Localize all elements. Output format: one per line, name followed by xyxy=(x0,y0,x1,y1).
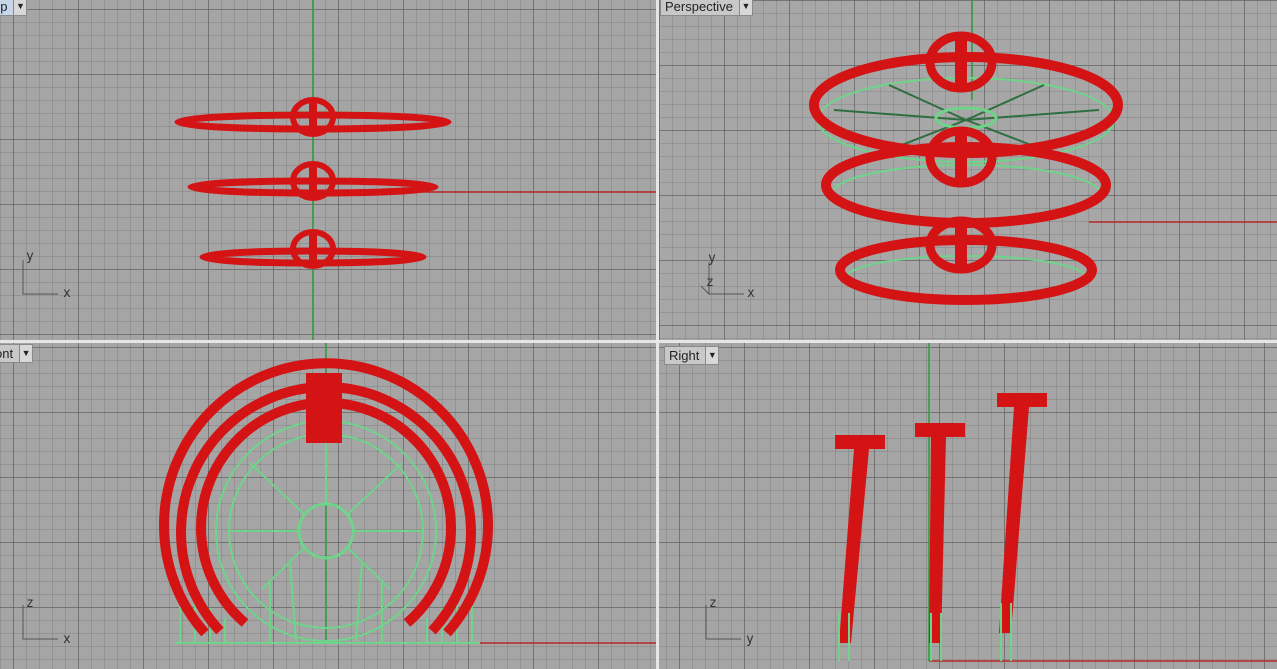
viewport-title-label: Right xyxy=(669,348,700,363)
svg-text:y: y xyxy=(708,251,716,266)
svg-text:y: y xyxy=(26,249,34,264)
axis-indicator: z y xyxy=(705,596,754,647)
viewport-splitter-horizontal[interactable] xyxy=(0,340,1277,343)
ring-model-right-1[interactable] xyxy=(835,435,885,661)
svg-text:z: z xyxy=(706,275,714,290)
viewport-splitter-vertical[interactable] xyxy=(656,0,659,669)
ring-model-persp-3[interactable] xyxy=(835,216,1097,305)
viewport-title-label: ont xyxy=(0,346,14,361)
ring-model-top-1[interactable] xyxy=(174,97,452,137)
svg-text:z: z xyxy=(709,596,717,611)
viewport-title-front[interactable]: ont ▼ xyxy=(0,344,34,363)
right-viewport[interactable]: z y xyxy=(659,343,1277,669)
ring-model-top-3[interactable] xyxy=(199,229,427,269)
viewport-title-top[interactable]: op ▼ xyxy=(0,0,28,16)
axis-indicator: y z x xyxy=(700,251,755,301)
axis-indicator: z x xyxy=(22,596,71,647)
perspective-view-canvas[interactable]: y z x xyxy=(659,0,1277,340)
ring-model-right-3[interactable] xyxy=(997,393,1047,661)
viewport-title-label: Perspective xyxy=(665,0,733,14)
ring-model-right-2[interactable] xyxy=(915,423,965,661)
svg-text:z: z xyxy=(26,596,34,611)
svg-text:y: y xyxy=(746,632,754,647)
front-viewport[interactable]: z x xyxy=(0,343,656,669)
viewport-title-perspective[interactable]: Perspective ▼ xyxy=(660,0,753,16)
chevron-down-icon[interactable]: ▼ xyxy=(738,0,752,15)
svg-text:x: x xyxy=(63,286,71,301)
ring-model-top-2[interactable] xyxy=(187,161,439,201)
axis-indicator: y x xyxy=(22,249,71,301)
viewport-title-label: op xyxy=(0,0,8,14)
chevron-down-icon[interactable]: ▼ xyxy=(13,0,27,15)
viewport-title-right[interactable]: Right ▼ xyxy=(664,346,720,365)
perspective-viewport[interactable]: y z x xyxy=(659,0,1277,340)
svg-text:x: x xyxy=(747,286,755,301)
top-viewport[interactable]: y x xyxy=(0,0,656,340)
top-view-canvas[interactable]: y x xyxy=(0,0,656,340)
right-view-canvas[interactable]: z y xyxy=(659,343,1277,669)
front-view-canvas[interactable]: z x xyxy=(0,343,656,669)
svg-text:x: x xyxy=(63,632,71,647)
chevron-down-icon[interactable]: ▼ xyxy=(705,347,719,364)
chevron-down-icon[interactable]: ▼ xyxy=(19,345,33,362)
